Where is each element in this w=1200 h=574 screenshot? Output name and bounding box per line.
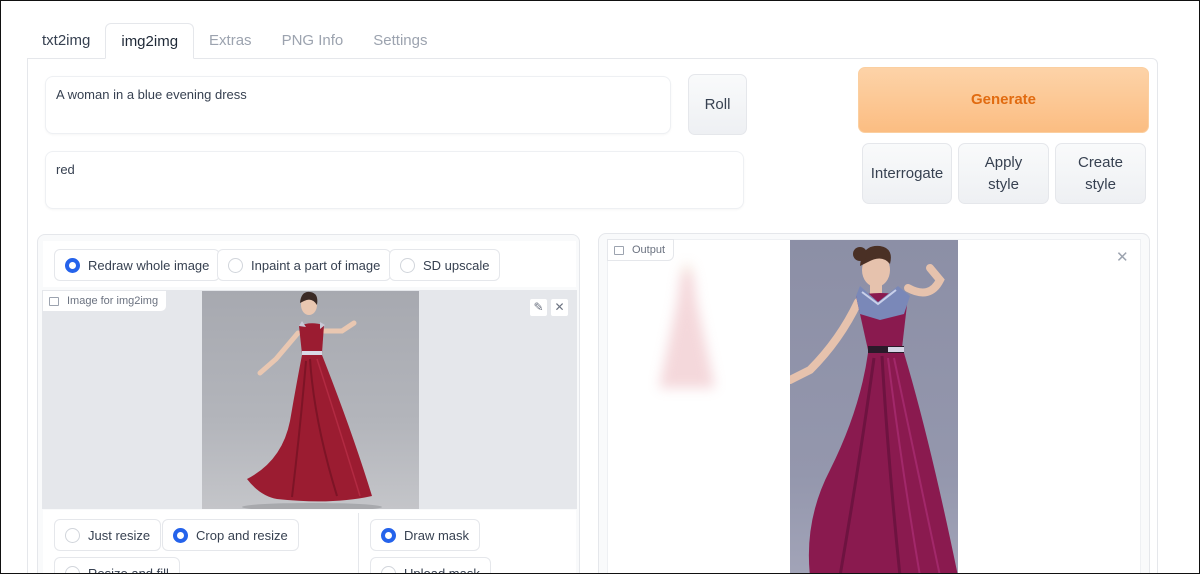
mode-option-inpaint[interactable]: Inpaint a part of image <box>217 249 392 281</box>
radio-icon <box>228 257 243 273</box>
thumbnail-image <box>659 264 715 388</box>
create-style-label: Create style <box>1077 153 1124 193</box>
tab-bar: txt2img img2img Extras PNG Info Settings <box>27 23 442 59</box>
image-icon <box>614 245 624 255</box>
pencil-icon[interactable]: ✎ <box>529 298 548 317</box>
mode-option-label: Redraw whole image <box>88 257 210 273</box>
generate-button[interactable]: Generate <box>858 67 1149 133</box>
output-label-text: Output <box>632 244 666 256</box>
resize-option-just-resize[interactable]: Just resize <box>54 519 162 551</box>
tab-extras[interactable]: Extras <box>194 23 267 59</box>
radio-icon <box>381 565 396 573</box>
radio-icon <box>65 527 80 543</box>
radio-selected-icon <box>65 257 80 273</box>
negative-prompt-textarea[interactable]: red <box>45 151 744 209</box>
mode-option-label: Inpaint a part of image <box>251 257 381 273</box>
output-label: Output <box>607 239 675 261</box>
radio-icon <box>400 257 415 273</box>
tab-settings[interactable]: Settings <box>358 23 442 59</box>
radio-selected-icon <box>381 527 396 543</box>
mode-option-sd-upscale[interactable]: SD upscale <box>389 249 501 281</box>
roll-button[interactable]: Roll <box>688 74 747 135</box>
tab-txt2img[interactable]: txt2img <box>27 23 105 59</box>
radio-selected-icon <box>173 527 188 543</box>
mode-option-redraw[interactable]: Redraw whole image <box>54 249 221 281</box>
resize-option-label: Resize and fill <box>88 565 169 574</box>
tab-img2img[interactable]: img2img <box>105 23 195 59</box>
woman-magenta-dress-image <box>790 245 958 573</box>
resize-option-label: Crop and resize <box>196 527 288 543</box>
apply-style-label: Apply style <box>984 153 1023 193</box>
resize-option-label: Just resize <box>88 527 151 543</box>
interrogate-button[interactable]: Interrogate <box>862 143 952 204</box>
input-image-label-text: Image for img2img <box>67 295 159 307</box>
input-image <box>202 291 419 509</box>
close-icon[interactable]: ✕ <box>1116 248 1129 266</box>
create-style-button[interactable]: Create style <box>1055 143 1146 204</box>
resize-option-crop-and-resize[interactable]: Crop and resize <box>162 519 299 551</box>
divider <box>358 513 359 573</box>
mask-option-draw-mask[interactable]: Draw mask <box>370 519 481 551</box>
image-icon <box>49 296 59 306</box>
mask-option-upload-mask[interactable]: Upload mask <box>370 557 491 574</box>
tab-png-info[interactable]: PNG Info <box>267 23 359 59</box>
apply-style-button[interactable]: Apply style <box>958 143 1049 204</box>
prompt-textarea[interactable]: A woman in a blue evening dress <box>45 76 671 134</box>
output-thumbnail[interactable] <box>643 263 731 393</box>
input-image-label: Image for img2img <box>42 290 168 312</box>
mode-option-label: SD upscale <box>423 257 490 273</box>
resize-option-resize-and-fill[interactable]: Resize and fill <box>54 557 180 574</box>
woman-red-dress-image <box>242 291 382 509</box>
close-icon[interactable]: ✕ <box>550 298 569 317</box>
radio-icon <box>65 565 80 573</box>
app-window: txt2img img2img Extras PNG Info Settings… <box>0 0 1200 574</box>
output-image[interactable] <box>790 240 958 573</box>
mask-option-label: Draw mask <box>404 527 470 543</box>
mask-option-label: Upload mask <box>404 565 480 574</box>
